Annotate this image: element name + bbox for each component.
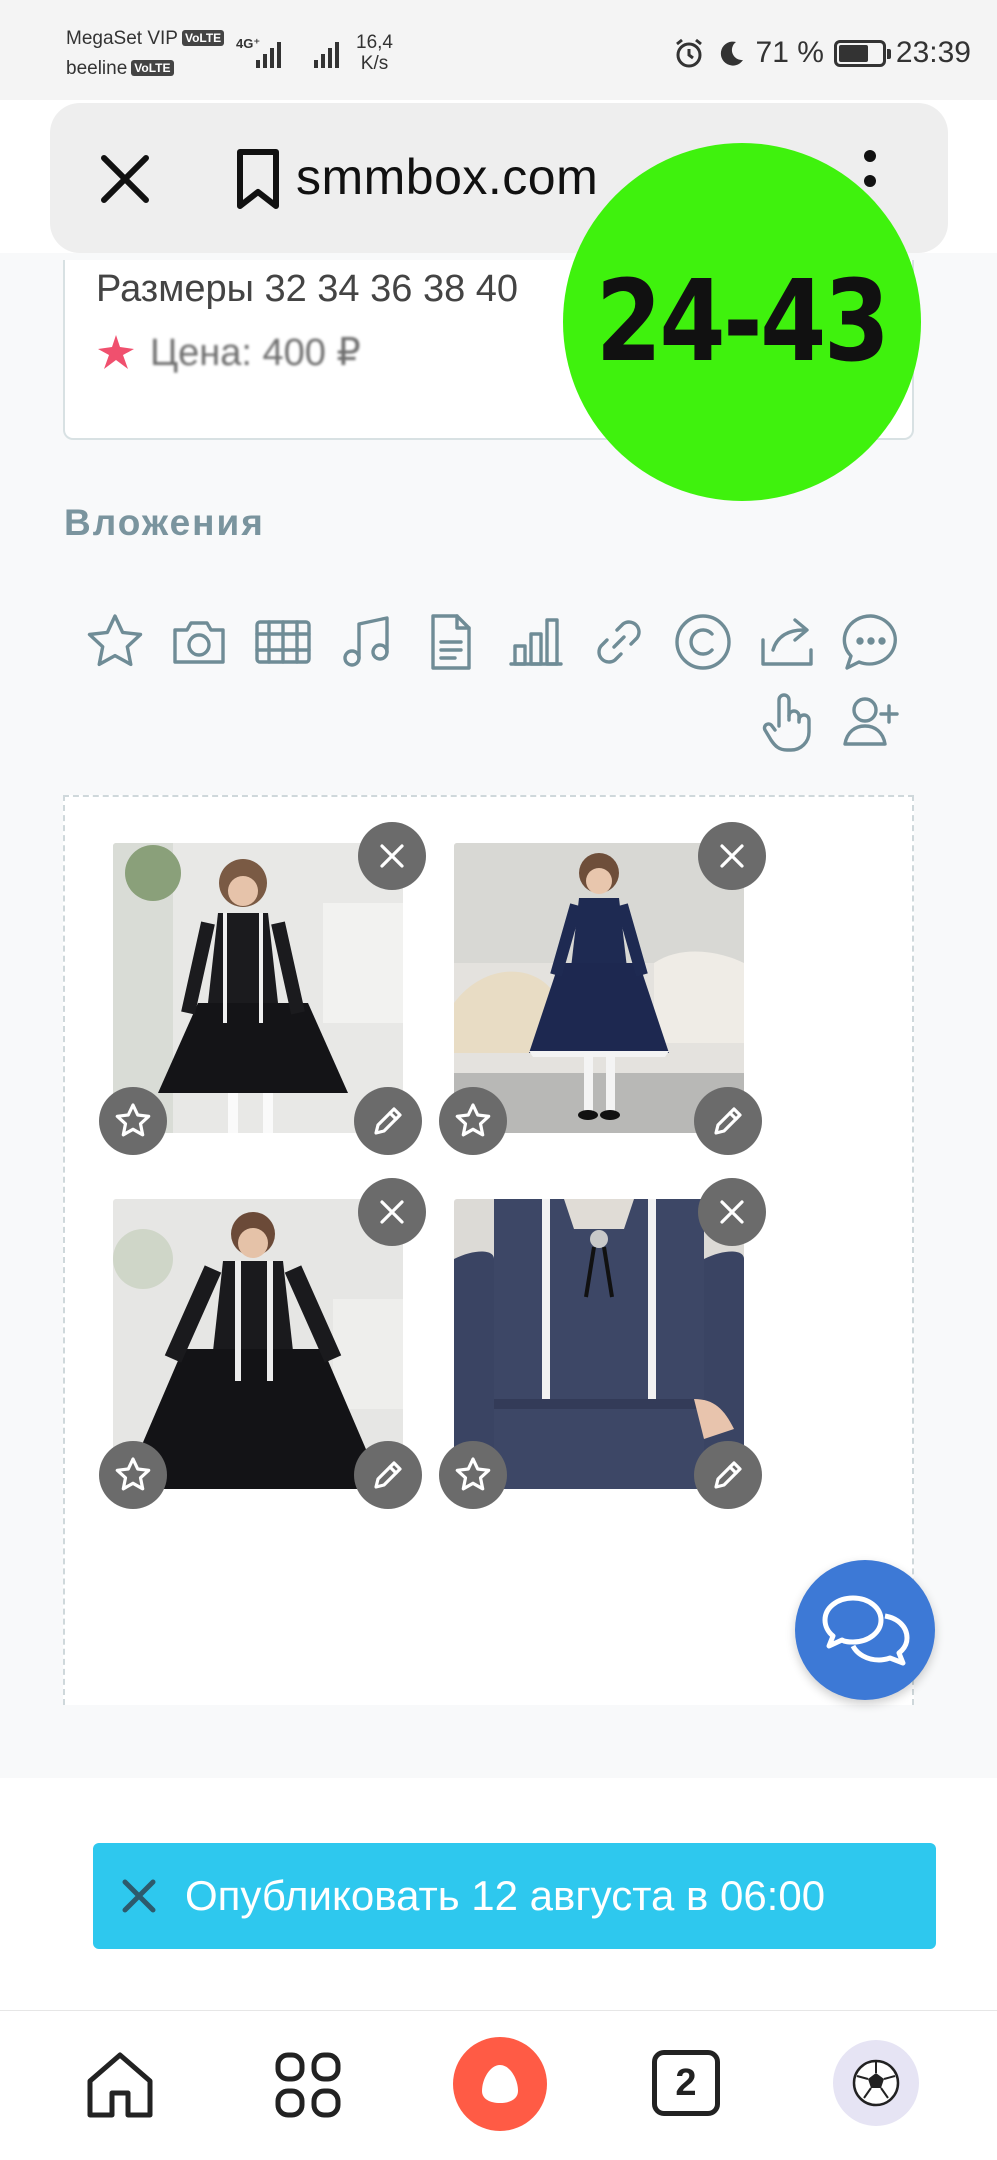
remove-photo-button[interactable] [358, 822, 426, 890]
attachments-label: Вложения [64, 502, 265, 543]
attachment-photo[interactable] [113, 843, 403, 1133]
home-icon[interactable] [80, 2045, 160, 2125]
profile-avatar[interactable] [833, 2040, 919, 2126]
status-right: 71 % 23:39 [672, 36, 971, 70]
alice-icon [482, 2065, 518, 2103]
link-icon[interactable] [587, 610, 651, 674]
moon-icon [720, 41, 743, 66]
close-icon[interactable] [94, 148, 156, 210]
cancel-schedule-icon[interactable] [115, 1872, 163, 1920]
film-icon[interactable] [251, 610, 315, 674]
bookmark-icon[interactable] [230, 146, 286, 212]
post-price-text: Цена: 400 ₽ [150, 332, 361, 374]
sparkle-icon [96, 333, 136, 373]
publish-button[interactable]: Опубликовать 12 августа в 06:00 [93, 1843, 936, 1949]
carrier-2: beeline VoLTE [66, 58, 174, 80]
remove-photo-button[interactable] [698, 1178, 766, 1246]
attachment-photo[interactable] [454, 843, 744, 1133]
clock: 23:39 [895, 36, 971, 69]
chat-bubbles-icon [822, 1595, 910, 1666]
tabs-counter[interactable]: 2 [652, 2050, 720, 2116]
star-icon[interactable] [83, 610, 147, 674]
star-photo-button[interactable] [99, 1441, 167, 1509]
soccer-ball-icon [852, 2059, 900, 2107]
edit-photo-button[interactable] [694, 1087, 762, 1155]
edit-photo-button[interactable] [354, 1441, 422, 1509]
battery-percent: 71 % [755, 36, 824, 69]
attachment-photo[interactable] [113, 1199, 403, 1489]
edit-photo-button[interactable] [694, 1441, 762, 1509]
alice-assistant-button[interactable] [453, 2037, 547, 2131]
share-icon[interactable] [755, 610, 819, 674]
carrier-1: MegaSet VIP VoLTE [66, 28, 225, 50]
remove-photo-button[interactable] [698, 822, 766, 890]
comment-icon[interactable] [839, 610, 903, 674]
star-photo-button[interactable] [439, 1441, 507, 1509]
copyright-icon[interactable] [671, 610, 735, 674]
price-sticker: 24-43 [563, 143, 921, 501]
add-user-icon[interactable] [839, 690, 903, 754]
music-icon[interactable] [335, 610, 399, 674]
signal-icon [256, 40, 281, 68]
hand-pointer-icon[interactable] [755, 690, 819, 754]
chart-icon[interactable] [503, 610, 567, 674]
star-photo-button[interactable] [439, 1087, 507, 1155]
document-icon[interactable] [419, 610, 483, 674]
battery-icon [833, 39, 891, 67]
chat-button[interactable] [795, 1560, 935, 1700]
edit-photo-button[interactable] [354, 1087, 422, 1155]
signal-icon [314, 40, 339, 68]
network-speed: 16,4 K/s [356, 32, 393, 74]
remove-photo-button[interactable] [358, 1178, 426, 1246]
apps-grid-icon[interactable] [268, 2045, 348, 2125]
attachment-photo[interactable] [454, 1199, 744, 1489]
camera-icon[interactable] [167, 610, 231, 674]
url-text[interactable]: smmbox.com [296, 148, 598, 206]
publish-label: Опубликовать 12 августа в 06:00 [185, 1872, 826, 1919]
post-sizes-text: Размеры 32 34 36 38 40 [96, 268, 519, 310]
status-bar: MegaSet VIP VoLTE beeline VoLTE 4G⁺ 16,4 K/… [0, 0, 997, 100]
alarm-icon [675, 38, 702, 68]
star-photo-button[interactable] [99, 1087, 167, 1155]
